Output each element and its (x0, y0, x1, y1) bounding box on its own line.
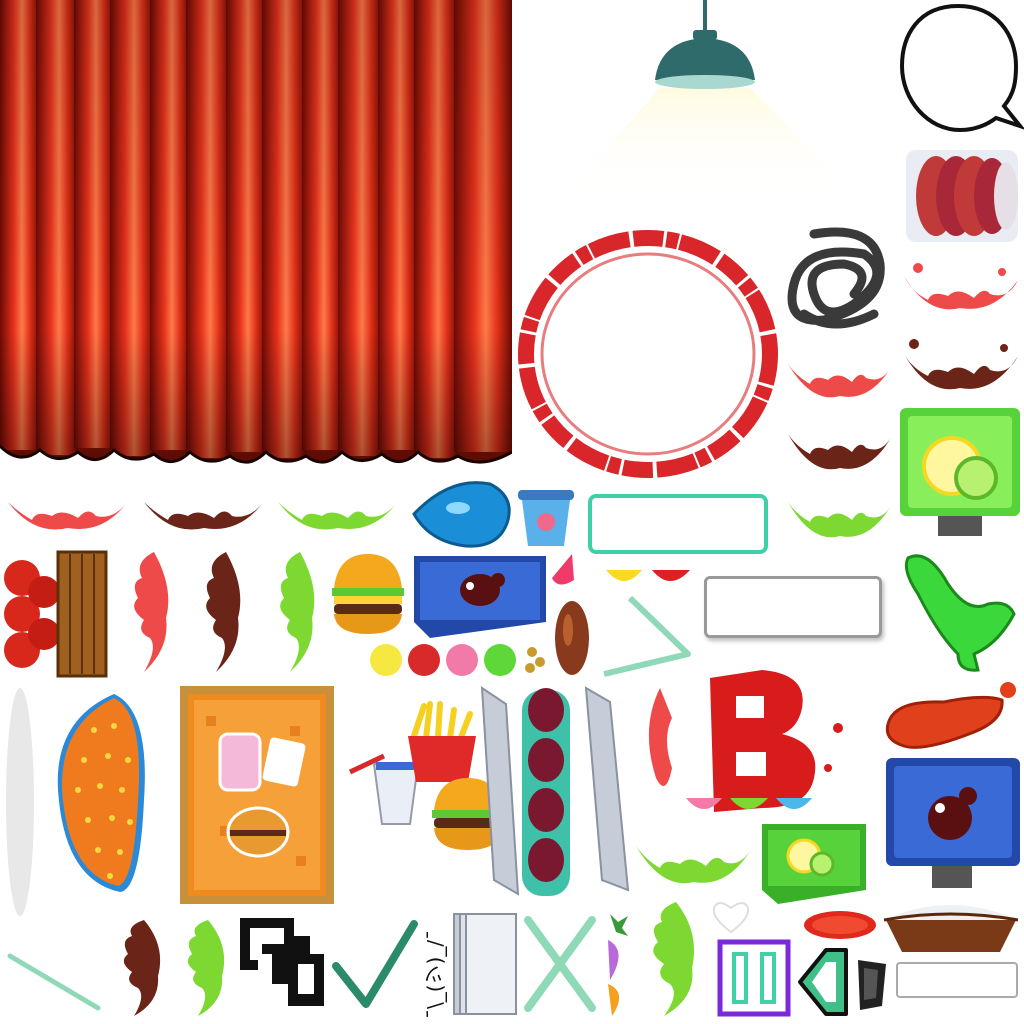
splash-brown-sprite (784, 410, 896, 480)
white-oval-sprite (2, 684, 38, 920)
splash-green-sprite (172, 916, 234, 1020)
paper-stack-sprite (450, 910, 520, 1018)
color-dots-sprite (366, 640, 550, 680)
pie-sprite (880, 894, 1022, 956)
pixel-bracket-sprite (236, 914, 328, 1010)
dark-shard-sprite (852, 954, 892, 1014)
sauce-box-blue-sprite (410, 552, 550, 642)
tomato-slice-sprite (800, 908, 880, 942)
lime-box-sprite (898, 404, 1022, 540)
shard-pink-sprite (548, 550, 578, 590)
white-panel-sprite (704, 576, 882, 638)
splash-green-sprite (632, 820, 756, 896)
sausage-sprite (552, 598, 592, 678)
checkmark-sprite (330, 916, 420, 1012)
cola-box-sprite (884, 756, 1022, 890)
lime-box-small-sprite (758, 820, 870, 906)
splash-brown-sprite (140, 484, 266, 540)
small-shapes-sprite (602, 910, 632, 1020)
splash-red-sprite (4, 484, 130, 540)
ceiling-lamp-sprite (560, 0, 860, 230)
heart-outline-sprite (708, 896, 754, 936)
splash-red-sprite (114, 548, 180, 678)
red-ring-stamp-sprite (514, 226, 784, 486)
half-circles-sprite (684, 794, 814, 818)
white-panel-small-sprite (896, 962, 1020, 1000)
meat-patties-sprite (902, 146, 1022, 246)
teal-panel-sprite (588, 494, 768, 554)
splash-brown-sprite (108, 916, 170, 1020)
arrow-shape-sprite (796, 944, 852, 1020)
purple-frame-sprite (716, 938, 792, 1018)
water-drop-sprite (410, 476, 514, 552)
green-tube-sprite (898, 544, 1022, 676)
splash-red-sprite (784, 340, 896, 408)
half-circles-sprite (604, 566, 694, 590)
splash-green-sprite (258, 548, 328, 678)
splash-green-sprite (634, 898, 708, 1020)
stick-sprite (4, 950, 104, 1014)
taco-shell-sprite (54, 690, 154, 896)
splash-green-sprite (274, 484, 400, 540)
curtain-sprite (0, 0, 512, 470)
menu-poster-sprite (180, 686, 334, 904)
splash-green-sprite (784, 478, 896, 548)
orange-drop-sprite (884, 680, 1022, 754)
tomato-crate-sprite (0, 548, 110, 680)
sausage-skewer-sprite (478, 684, 632, 904)
splash-brown-sprite (898, 330, 1022, 402)
shrug-text: ¯\_(ツ)_/¯ (423, 929, 447, 1019)
splash-red-sprite (898, 256, 1022, 326)
burger-sprite (328, 548, 408, 638)
cross-mark-sprite (520, 912, 600, 1016)
speech-bubble-sprite (898, 0, 1024, 140)
splash-brown-sprite (184, 548, 254, 678)
ice-cream-cup-sprite (514, 486, 578, 550)
scribble-sprite (784, 224, 898, 340)
